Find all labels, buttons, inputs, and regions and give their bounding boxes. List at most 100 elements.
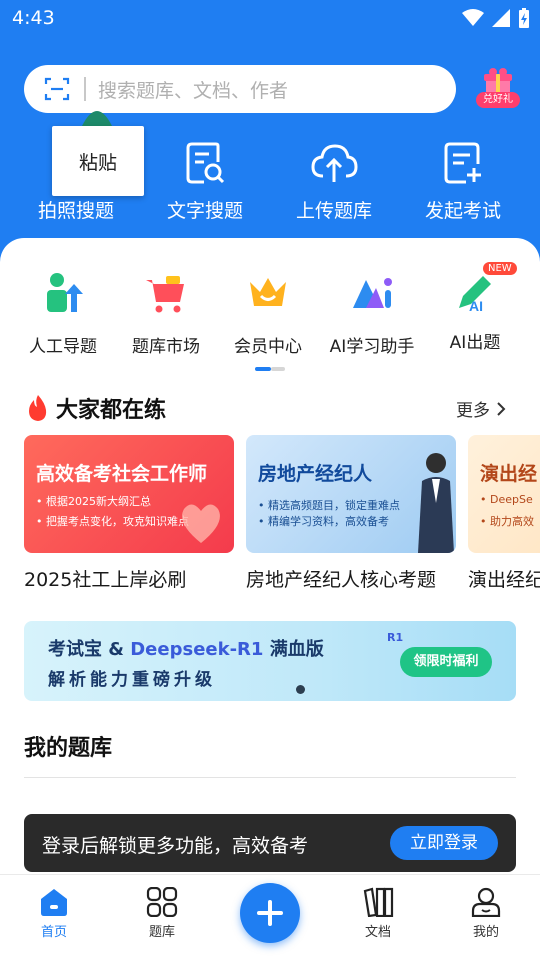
battery-icon bbox=[519, 8, 529, 28]
card-cover-line: • 根据2025新大纲汇总 bbox=[36, 495, 151, 508]
tab-bank[interactable]: 题库 bbox=[132, 887, 192, 940]
shopping-cart-icon bbox=[146, 276, 184, 313]
tool-photo-search[interactable]: 拍照搜题 bbox=[21, 140, 131, 223]
search-placeholder[interactable]: 搜索题库、文档、作者 bbox=[98, 76, 288, 103]
tab-label: 我的 bbox=[472, 925, 499, 940]
tab-label: 首页 bbox=[40, 925, 67, 940]
tool-row: 拍照搜题 文字搜题 上传题库 发起考试 bbox=[0, 140, 540, 230]
tab-label: 文档 bbox=[364, 925, 391, 940]
ai-pen-icon: AI bbox=[459, 276, 491, 314]
page-indicator bbox=[255, 367, 285, 371]
section-popular-label: 大家都在练 bbox=[56, 398, 167, 423]
divider bbox=[24, 777, 516, 778]
gift-label: 兑好礼 bbox=[476, 92, 520, 108]
login-button[interactable]: 立即登录 bbox=[390, 826, 498, 860]
login-text: 登录后解锁更多功能，高效备考 bbox=[42, 835, 309, 857]
doc-add-icon bbox=[444, 142, 481, 184]
more-link[interactable]: 更多 bbox=[456, 396, 506, 421]
svg-text:AI: AI bbox=[469, 298, 483, 314]
status-bar: 4:43 bbox=[0, 0, 540, 40]
card-title: 房地产经纪人核心考题 bbox=[246, 569, 437, 591]
new-badge: NEW bbox=[483, 262, 517, 275]
crown-icon bbox=[250, 278, 286, 306]
camera-scan-icon bbox=[21, 140, 131, 186]
quick-label: 题库市场 bbox=[132, 337, 200, 357]
status-time: 4:43 bbox=[12, 7, 55, 29]
my-library-title: 我的题库 bbox=[24, 736, 113, 761]
popular-card[interactable]: 房地产经纪人 • 精选高频题目，锁定重难点 • 精编学习资料，高效备考 房地产经… bbox=[246, 435, 456, 592]
quick-label: 会员中心 bbox=[234, 337, 302, 357]
more-label: 更多 bbox=[456, 401, 490, 421]
tool-label: 拍照搜题 bbox=[37, 200, 114, 222]
popular-cards: 高效备考社会工作师 • 根据2025新大纲汇总 • 把握考点变化，攻克知识难点 … bbox=[24, 435, 540, 595]
quick-actions: 人工导题 题库市场 会员中心 AI学习助手 AI NEW AI出题 bbox=[0, 262, 540, 360]
search-divider bbox=[84, 77, 86, 101]
flame-icon bbox=[29, 395, 47, 421]
popular-card[interactable]: 演出经 • DeepSe • 助力高效 演出经纪 bbox=[468, 435, 540, 592]
tab-mine[interactable]: 我的 bbox=[456, 887, 516, 940]
card-cover: 高效备考社会工作师 • 根据2025新大纲汇总 • 把握考点变化，攻克知识难点 bbox=[24, 435, 234, 553]
person-illustration bbox=[418, 453, 454, 553]
card-cover: 房地产经纪人 • 精选高频题目，锁定重难点 • 精编学习资料，高效备考 bbox=[246, 435, 456, 553]
heart-hands-icon bbox=[182, 504, 220, 543]
banner-headline: 考试宝 & Deepseek-R1 满血版 bbox=[48, 635, 324, 661]
person-upload-icon bbox=[47, 273, 83, 312]
cloud-upload-icon bbox=[311, 144, 358, 182]
tool-label: 上传题库 bbox=[295, 200, 372, 222]
quick-member-center[interactable]: 会员中心 bbox=[218, 270, 318, 357]
tool-label: 文字搜题 bbox=[166, 200, 243, 222]
tool-text-search[interactable]: 文字搜题 bbox=[150, 140, 260, 223]
banner-indicator bbox=[296, 685, 305, 694]
tool-upload-bank[interactable]: 上传题库 bbox=[279, 140, 389, 223]
card-cover-line: • 精编学习资料，高效备考 bbox=[258, 515, 389, 528]
ai-assistant-icon bbox=[353, 278, 392, 308]
doc-search-icon bbox=[186, 142, 225, 184]
quick-label: AI学习助手 bbox=[329, 337, 415, 357]
popular-card[interactable]: 高效备考社会工作师 • 根据2025新大纲汇总 • 把握考点变化，攻克知识难点 … bbox=[24, 435, 234, 592]
card-title: 演出经纪 bbox=[468, 569, 540, 591]
quick-manual-import[interactable]: 人工导题 bbox=[13, 270, 113, 357]
card-cover-heading: 房地产经纪人 bbox=[258, 463, 373, 485]
banner-claim-button[interactable]: 领限时福利 bbox=[400, 647, 492, 677]
page-dot-active bbox=[255, 367, 271, 371]
card-title: 2025社工上岸必刷 bbox=[24, 569, 187, 591]
quick-ai-assistant[interactable]: AI学习助手 bbox=[322, 270, 422, 357]
scan-icon[interactable] bbox=[44, 76, 70, 102]
banner-tag: R1 bbox=[387, 631, 404, 644]
wifi-icon bbox=[462, 9, 484, 26]
ai-pen-icon-wrap: AI NEW bbox=[453, 262, 517, 314]
add-button[interactable] bbox=[240, 883, 300, 943]
tool-start-exam[interactable]: 发起考试 bbox=[408, 140, 518, 223]
tool-label: 发起考试 bbox=[424, 200, 501, 222]
books-icon bbox=[363, 887, 394, 917]
grid-icon bbox=[146, 887, 178, 917]
home-icon bbox=[41, 889, 67, 916]
card-cover-heading: 高效备考社会工作师 bbox=[36, 463, 208, 485]
login-bar: 登录后解锁更多功能，高效备考 立即登录 bbox=[24, 814, 516, 872]
quick-label: AI出题 bbox=[449, 333, 501, 353]
system-icons bbox=[462, 8, 530, 28]
card-cover-line: • 精选高频题目，锁定重难点 bbox=[258, 499, 400, 512]
page-dot bbox=[271, 367, 285, 371]
quick-ai-question[interactable]: AI NEW AI出题 bbox=[425, 262, 525, 353]
signal-icon bbox=[492, 9, 510, 27]
card-cover: 演出经 • DeepSe • 助力高效 bbox=[468, 435, 540, 553]
card-cover-line: • 助力高效 bbox=[480, 515, 534, 528]
tab-docs[interactable]: 文档 bbox=[348, 887, 408, 940]
paste-popup-pointer bbox=[82, 111, 112, 126]
quick-bank-market[interactable]: 题库市场 bbox=[116, 270, 216, 357]
section-popular-title: 大家都在练 bbox=[26, 392, 166, 424]
gift-button[interactable]: 兑好礼 bbox=[476, 68, 520, 112]
quick-label: 人工导题 bbox=[29, 337, 97, 357]
banner-brand: 考试宝 & bbox=[48, 639, 131, 660]
plus-icon bbox=[257, 900, 283, 926]
chevron-right-icon bbox=[497, 401, 506, 416]
tab-home[interactable]: 首页 bbox=[24, 887, 84, 940]
banner-ds: Deepseek-R1 bbox=[130, 639, 264, 660]
promo-banner[interactable]: 考试宝 & Deepseek-R1 满血版 解析能力重磅升级 R1 领限时福利 bbox=[24, 621, 516, 701]
tab-label: 题库 bbox=[148, 925, 175, 940]
banner-suffix: 满血版 bbox=[263, 639, 324, 660]
card-cover-heading: 演出经 bbox=[480, 463, 538, 485]
banner-subline: 解析能力重磅升级 bbox=[48, 670, 216, 690]
user-icon bbox=[471, 887, 501, 917]
